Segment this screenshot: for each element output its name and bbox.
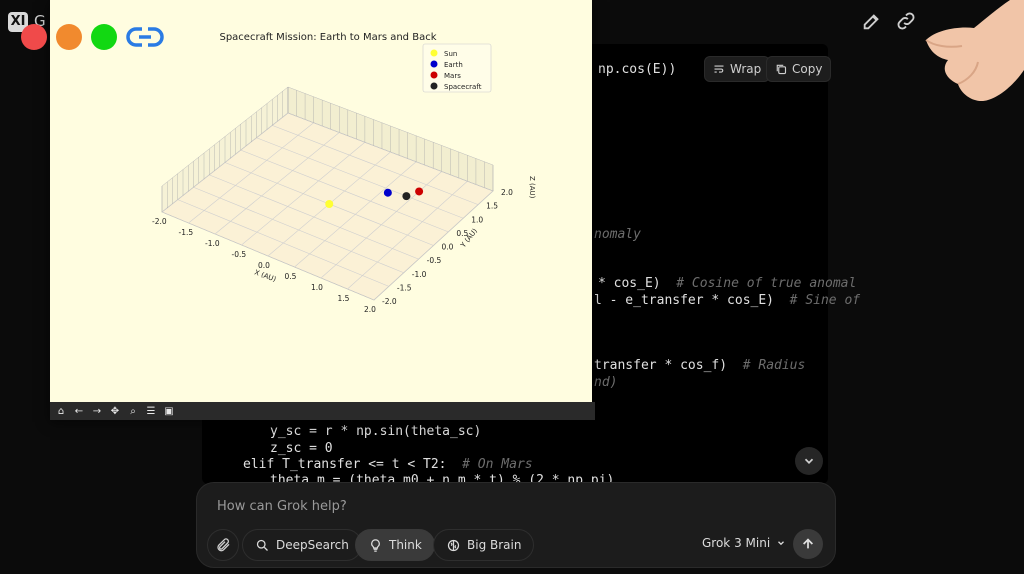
code-line: * cos_E) # Cosine of true anomal: [598, 276, 857, 291]
code-line: theta m = (theta m0 + n m * t) % (2 * np…: [270, 473, 615, 482]
code-line: transfer * cos_f) # Radius: [594, 358, 806, 373]
attach-button[interactable]: [207, 529, 239, 561]
edit-icon[interactable]: [861, 10, 883, 32]
z-axis-label: Z (AU): [528, 176, 536, 199]
save-icon[interactable]: ▣: [161, 404, 177, 418]
configure-icon[interactable]: ☰: [143, 404, 159, 418]
think-button[interactable]: Think: [355, 529, 435, 561]
x-axis-label: X (AU): [253, 268, 277, 283]
forward-icon[interactable]: →: [89, 404, 105, 418]
wrap-button[interactable]: Wrap: [704, 56, 771, 82]
y-tick-label: 1.0: [471, 215, 483, 224]
plot-grid: [161, 86, 494, 301]
point-spacecraft: [402, 192, 411, 201]
code-line: z_sc = 0: [270, 441, 333, 456]
y-tick-label: -2.0: [382, 297, 397, 306]
send-button[interactable]: [793, 529, 823, 559]
y-tick-label: 0.0: [442, 243, 454, 252]
x-tick-label: 1.0: [311, 283, 323, 292]
x-tick-label: 1.5: [338, 294, 350, 303]
legend-label: Mars: [444, 72, 461, 80]
chain-link-icon[interactable]: [126, 24, 164, 50]
minimize-dot[interactable]: [56, 24, 82, 50]
point-sun: [325, 200, 334, 208]
model-select[interactable]: Grok 3 Mini: [702, 536, 786, 550]
x-tick-label: -2.0: [152, 217, 167, 226]
code-line: np.cos(E)): [598, 62, 677, 77]
x-tick-label: -1.0: [205, 239, 220, 248]
code-line: nomaly: [594, 227, 641, 242]
code-line: l - e_transfer * cos_E) # Sine of: [594, 293, 861, 308]
link-icon[interactable]: [895, 10, 917, 32]
y-tick-label: 1.5: [486, 202, 498, 211]
chart-legend: Sun Earth Mars Spacecraft: [422, 43, 492, 93]
chat-input[interactable]: How can Grok help?: [217, 499, 347, 514]
wrap-label: Wrap: [730, 62, 762, 76]
y-tick-label: -1.5: [397, 283, 412, 292]
search-icon: [256, 539, 268, 551]
bigbrain-button[interactable]: Big Brain: [433, 529, 535, 561]
legend-marker: [430, 82, 438, 90]
chart-title: Spacecraft Mission: Earth to Mars and Ba…: [219, 32, 436, 43]
legend-label: Spacecraft: [444, 83, 482, 91]
point-mars: [415, 187, 424, 196]
copy-icon: [776, 64, 787, 75]
copy-label: Copy: [792, 62, 823, 76]
3d-plot: Spacecraft Mission: Earth to Mars and Ba…: [152, 32, 536, 314]
y-tick-label: 2.0: [501, 188, 513, 197]
legend-marker: [430, 60, 438, 68]
y-tick-label: -0.5: [427, 256, 442, 265]
x-tick-label: -1.5: [179, 228, 194, 237]
zoom-icon[interactable]: ⌕: [125, 404, 141, 418]
maximize-dot[interactable]: [91, 24, 117, 50]
y-tick-label: -1.0: [412, 270, 427, 279]
point-earth: [383, 188, 392, 197]
arrow-up-icon: [803, 538, 813, 549]
lightbulb-icon: [371, 538, 380, 552]
chat-input-box[interactable]: How can Grok help? DeepSearch Think Big …: [196, 482, 836, 568]
code-line: y_sc = r * np.sin(theta_sc): [270, 424, 482, 439]
wrap-icon: [714, 65, 724, 73]
close-dot[interactable]: [21, 24, 47, 50]
legend-marker: [430, 71, 438, 79]
legend-label: Earth: [444, 61, 463, 69]
legend-label: Sun: [444, 50, 457, 58]
brain-icon: [447, 539, 460, 551]
deepsearch-label: DeepSearch: [276, 538, 349, 552]
chevron-down-icon: [778, 541, 785, 546]
code-line: elif T_transfer <= t < T2: # On Mars: [243, 457, 533, 472]
home-icon[interactable]: ⌂: [53, 404, 69, 418]
legend-marker: [430, 49, 438, 57]
pan-icon[interactable]: ✥: [107, 404, 123, 418]
x-tick-label: 0.0: [258, 261, 270, 270]
x-tick-label: -0.5: [232, 250, 247, 259]
paperclip-icon: [217, 538, 230, 552]
x-tick-label: 0.5: [285, 272, 297, 281]
x-tick-label: 2.0: [364, 305, 376, 314]
hand-pointer-image: [925, 0, 1024, 102]
think-label: Think: [389, 538, 422, 552]
plot-toolbar: ⌂ ← → ✥ ⌕ ☰ ▣: [50, 402, 595, 420]
back-icon[interactable]: ←: [71, 404, 87, 418]
bigbrain-label: Big Brain: [467, 538, 522, 552]
scroll-down-button[interactable]: [795, 447, 823, 475]
copy-button[interactable]: Copy: [766, 56, 832, 82]
plot-window[interactable]: Spacecraft Mission: Earth to Mars and Ba…: [50, 0, 595, 420]
deepsearch-button[interactable]: DeepSearch: [242, 529, 362, 561]
chevron-down-icon: [804, 458, 814, 464]
code-line: nd): [594, 375, 618, 390]
model-label: Grok 3 Mini: [702, 536, 771, 550]
